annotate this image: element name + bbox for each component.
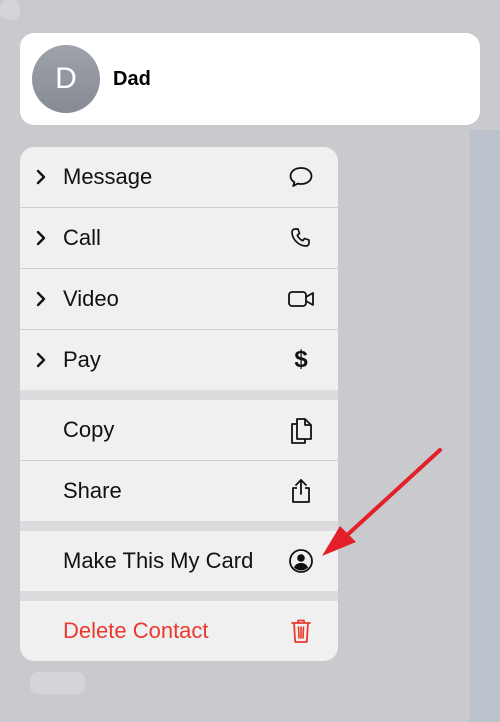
menu-item-video[interactable]: Video (20, 269, 338, 330)
chevron-right-icon (36, 352, 58, 368)
video-camera-icon (286, 284, 316, 314)
avatar: D (32, 45, 100, 113)
menu-item-share[interactable]: Share (20, 461, 338, 521)
contact-name: Dad (113, 67, 151, 90)
share-icon (286, 476, 316, 506)
trash-icon (286, 616, 316, 646)
menu-item-label: Delete Contact (63, 618, 209, 643)
background-row (0, 0, 20, 20)
menu-item-message[interactable]: Message (20, 147, 338, 208)
background-content (470, 130, 500, 722)
menu-item-call[interactable]: Call (20, 208, 338, 269)
phone-icon (286, 223, 316, 253)
copy-icon (286, 415, 316, 445)
chevron-right-icon (36, 169, 58, 185)
menu-item-label: Pay (63, 347, 101, 372)
person-circle-icon (286, 546, 316, 576)
background-row (30, 672, 85, 694)
chevron-right-icon (36, 230, 58, 246)
menu-item-label: Copy (63, 417, 115, 442)
menu-item-delete-contact[interactable]: Delete Contact (20, 601, 338, 661)
message-bubble-icon (286, 162, 316, 192)
chevron-right-icon (36, 291, 58, 307)
menu-group-separator (20, 591, 338, 601)
menu-item-copy[interactable]: Copy (20, 400, 338, 461)
menu-item-label: Message (63, 164, 153, 189)
menu-item-label: Video (63, 286, 119, 311)
menu-item-label: Make This My Card (63, 548, 254, 573)
menu-group-separator (20, 521, 338, 531)
menu-item-label: Share (63, 478, 122, 503)
contact-card[interactable]: D Dad (20, 33, 480, 125)
menu-group-separator (20, 390, 338, 400)
menu-item-label: Call (63, 225, 101, 250)
menu-item-pay[interactable]: Pay $ (20, 330, 338, 390)
menu-item-make-my-card[interactable]: Make This My Card (20, 531, 338, 591)
context-menu: Message Call Video Pay $ Copy Share Make… (20, 147, 338, 661)
dollar-icon: $ (294, 346, 308, 373)
